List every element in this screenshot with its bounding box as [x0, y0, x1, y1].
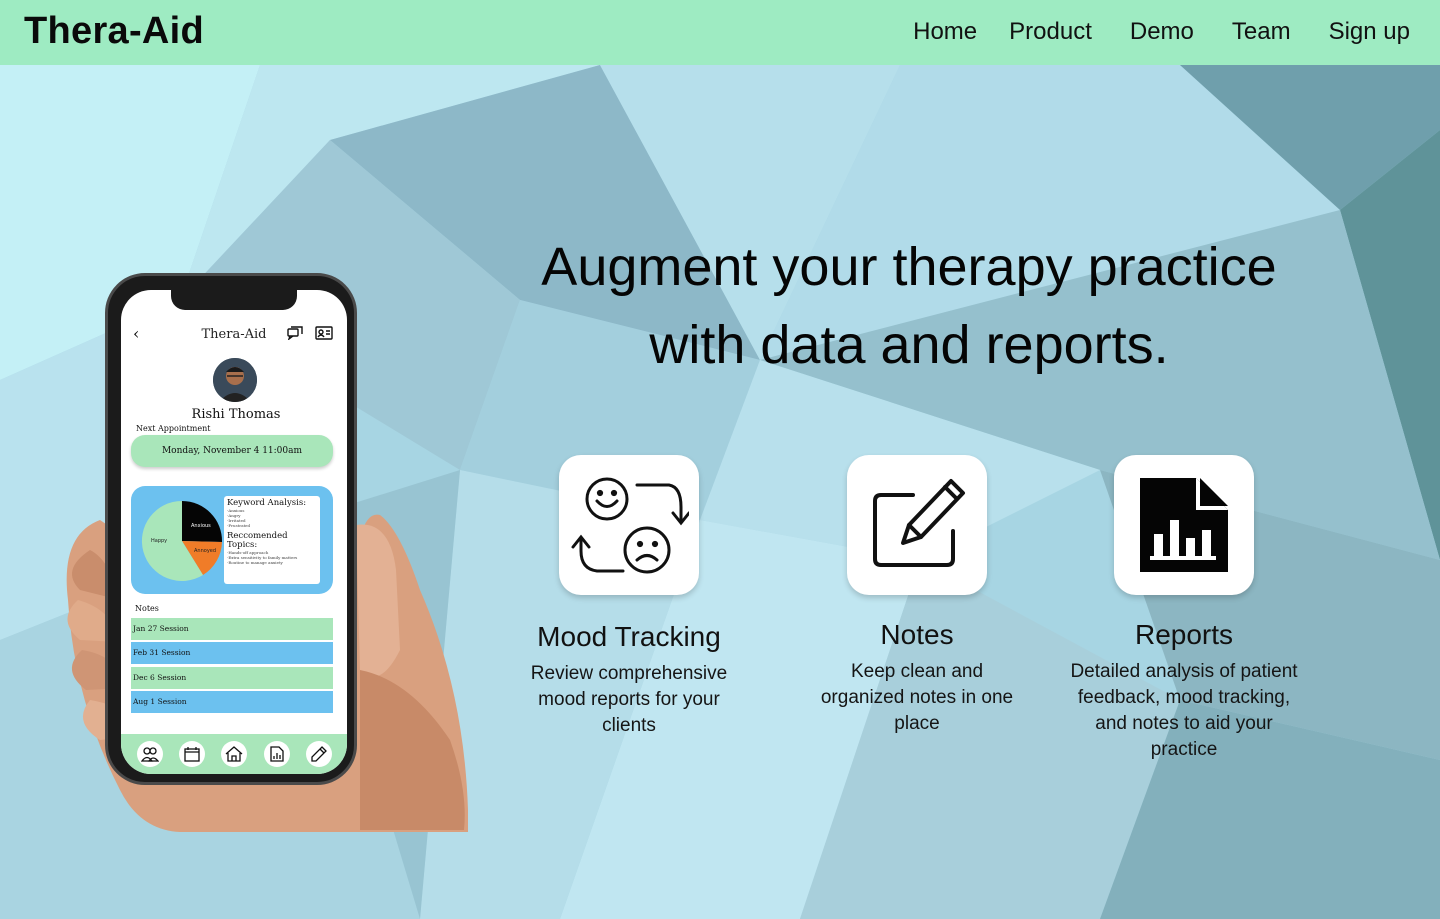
top-navbar: Thera-Aid Home Product Demo Team Sign up [0, 0, 1440, 65]
chat-icon[interactable] [287, 326, 303, 340]
pie-label-annoyed: Annoyed [194, 548, 216, 554]
client-name: Rishi Thomas [191, 407, 281, 422]
feature-mood-tracking: Mood Tracking Review comprehensive mood … [519, 455, 739, 739]
nav-demo-link[interactable]: Demo [1130, 18, 1194, 46]
phone-frame: ‹ Thera-Aid Rishi Thomas Next Appointmen… [105, 273, 357, 785]
mood-summary-card[interactable]: Anxious Annoyed Happy Keyword Analysis: … [131, 486, 333, 594]
report-document-icon [1140, 478, 1228, 572]
mood-pie-chart: Anxious Annoyed Happy [141, 500, 223, 581]
avatar-photo [213, 358, 257, 402]
next-appointment-label: Next Appointment [136, 424, 211, 433]
app-header: ‹ Thera-Aid [121, 324, 347, 344]
home-tab-icon[interactable] [221, 741, 247, 767]
contact-card-icon[interactable] [315, 326, 333, 340]
clients-tab-icon[interactable] [137, 741, 163, 767]
session-row[interactable]: Dec 6 Session [131, 667, 333, 689]
session-row[interactable]: Feb 31 Session [131, 642, 333, 664]
keyword-heading: Keyword Analysis: [227, 498, 307, 508]
nav-home-link[interactable]: Home [913, 18, 977, 46]
feature-description: Detailed analysis of patient feedback, m… [1070, 661, 1298, 760]
pie-label-anxious: Anxious [191, 523, 211, 529]
edit-note-icon [873, 479, 965, 567]
keyword-item: -Frustrated [227, 523, 251, 528]
nav-product-link[interactable]: Product [1009, 18, 1092, 46]
feature-description: Keep clean and organized notes in one pl… [820, 661, 1014, 734]
avatar[interactable] [213, 358, 257, 402]
topics-heading: Reccomended Topics: [227, 531, 288, 550]
feature-reports: Reports Detailed analysis of patient fee… [1070, 455, 1298, 763]
appointment-button[interactable]: Monday, November 4 11:00am [131, 435, 333, 467]
feature-title: Reports [1134, 619, 1234, 650]
notes-tile[interactable] [847, 455, 987, 595]
hero-headline-line2: with data and reports. [649, 315, 1169, 375]
phone-mockup-image: ‹ Thera-Aid Rishi Thomas Next Appointmen… [60, 270, 470, 832]
app-tab-bar [121, 734, 347, 774]
mood-swap-icon [571, 477, 689, 574]
nav-team-link[interactable]: Team [1232, 18, 1291, 46]
feature-description: Review comprehensive mood reports for yo… [530, 663, 728, 736]
mood-tracking-tile[interactable] [559, 455, 699, 595]
reports-tile[interactable] [1114, 455, 1254, 595]
calendar-tab-icon[interactable] [179, 741, 205, 767]
hero-headline: Augment your therapy practice with data … [470, 228, 1348, 384]
hero-headline-line1: Augment your therapy practice [541, 237, 1277, 297]
phone-notch [171, 290, 297, 310]
feature-notes: Notes Keep clean and organized notes in … [810, 455, 1024, 737]
notes-label: Notes [135, 604, 159, 613]
edit-tab-icon[interactable] [306, 741, 332, 767]
session-row[interactable]: Jan 27 Session [131, 618, 333, 640]
phone-screen: ‹ Thera-Aid Rishi Thomas Next Appointmen… [121, 290, 347, 774]
brand-logo[interactable]: Thera-Aid [24, 10, 204, 53]
nav-signup-link[interactable]: Sign up [1329, 18, 1410, 46]
topic-item: -Routine to manage anxiety [227, 560, 283, 565]
pie-label-happy: Happy [151, 538, 167, 544]
session-row[interactable]: Aug 1 Session [131, 691, 333, 713]
feature-title: Notes [880, 619, 954, 650]
keyword-analysis-panel: Keyword Analysis: -Anxious -Angry -Irrit… [224, 496, 320, 584]
app-title: Thera-Aid [201, 327, 267, 342]
feature-title: Mood Tracking [537, 621, 721, 652]
nav-links: Home Product Demo Team Sign up [913, 18, 1410, 46]
reports-tab-icon[interactable] [264, 741, 290, 767]
